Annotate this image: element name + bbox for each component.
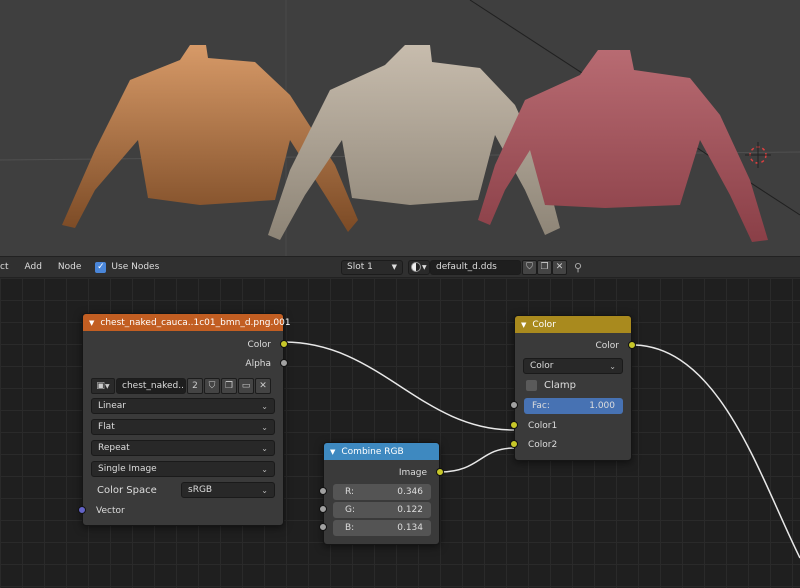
duplicate-material-icon[interactable]: ❐ <box>537 259 552 275</box>
image-browse-button[interactable]: ▣ ▼ <box>91 378 115 394</box>
use-nodes-toggle[interactable]: ✓ Use Nodes <box>89 261 160 273</box>
chevron-down-icon: ⌄ <box>609 361 616 371</box>
menu-add[interactable]: Add <box>16 262 49 272</box>
viewport-canvas <box>0 0 800 256</box>
color1-socket[interactable] <box>510 421 518 429</box>
combine-rgb-node-header[interactable]: ▼ Combine RGB <box>324 443 439 460</box>
input-vector-socket[interactable] <box>78 506 86 514</box>
chevron-down-icon: ▼ <box>422 263 427 271</box>
menu-select[interactable]: ct <box>0 262 16 272</box>
input-vector-label: Vector <box>96 505 125 516</box>
interpolation-dropdown[interactable]: Linear ⌄ <box>91 398 275 414</box>
link-image-to-color1 <box>283 341 515 431</box>
chevron-down-icon: ⌄ <box>261 401 268 411</box>
material-sphere-icon <box>411 262 421 272</box>
image-icon: ▣ <box>96 381 105 391</box>
open-folder-icon[interactable]: ▭ <box>238 378 254 394</box>
output-color-row: Color <box>83 335 288 354</box>
color2-socket[interactable] <box>510 440 518 448</box>
3d-cursor-icon <box>745 142 771 168</box>
node-editor-canvas[interactable]: ▼ chest_naked_cauca..1c01_bmn_d.png.001 … <box>0 278 800 588</box>
color-space-row: Color Space sRGB ⌄ <box>97 480 275 500</box>
source-dropdown[interactable]: Single Image ⌄ <box>91 461 275 477</box>
checkbox-checked-icon: ✓ <box>95 261 107 273</box>
fake-user-shield-icon[interactable]: ⛉ <box>522 259 537 275</box>
b-input-socket[interactable] <box>319 523 327 531</box>
combine-output-socket[interactable] <box>436 468 444 476</box>
3d-viewport[interactable] <box>0 0 800 256</box>
image-name-field[interactable]: chest_naked.. <box>116 378 186 394</box>
fac-value: 1.000 <box>589 401 615 411</box>
combine-rgb-node[interactable]: ▼ Combine RGB Image R: 0.346 G: 0.122 B:… <box>319 442 444 545</box>
mix-output-label: Color <box>595 340 620 351</box>
mix-color-node-header[interactable]: ▼ Color <box>515 316 631 333</box>
chevron-down-icon: ▼ <box>391 263 397 271</box>
clamp-row[interactable]: Clamp <box>526 376 623 395</box>
output-color-label: Color <box>247 339 272 350</box>
extension-dropdown[interactable]: Repeat ⌄ <box>91 440 275 456</box>
unlink-close-icon[interactable]: ✕ <box>255 378 271 394</box>
collapse-triangle-icon[interactable]: ▼ <box>89 319 94 327</box>
image-selector-row: ▣ ▼ chest_naked.. 2 ⛉ ❐ ▭ ✕ <box>91 376 275 396</box>
mix-color-node-title: Color <box>532 319 556 330</box>
material-browse-button[interactable]: ▼ <box>408 259 430 275</box>
image-texture-node-header[interactable]: ▼ chest_naked_cauca..1c01_bmn_d.png.001 <box>83 314 291 331</box>
output-color-socket[interactable] <box>280 340 288 348</box>
image-name-value: chest_naked.. <box>122 381 184 391</box>
input-vector-row: Vector <box>78 501 283 520</box>
material-name-value: default_d.dds <box>436 262 497 272</box>
color1-row: Color1 <box>510 416 631 435</box>
image-texture-node-title: chest_naked_cauca..1c01_bmn_d.png.001 <box>100 317 291 328</box>
image-users-count[interactable]: 2 <box>187 378 203 394</box>
mix-output-row: Color <box>515 336 636 355</box>
r-input-socket[interactable] <box>319 487 327 495</box>
output-alpha-socket[interactable] <box>280 359 288 367</box>
color-space-dropdown[interactable]: sRGB ⌄ <box>181 482 275 498</box>
output-alpha-row: Alpha <box>83 354 288 373</box>
pin-icon[interactable]: ⚲ <box>574 261 582 274</box>
node-editor-header: ct Add Node ✓ Use Nodes Slot 1 ▼ ▼ defau… <box>0 256 800 278</box>
g-field[interactable]: G: 0.122 <box>319 502 431 518</box>
menu-node[interactable]: Node <box>50 262 90 272</box>
fac-input-socket[interactable] <box>510 401 518 409</box>
chevron-down-icon: ⌄ <box>261 422 268 432</box>
chevron-down-icon: ⌄ <box>261 464 268 474</box>
combine-rgb-node-title: Combine RGB <box>341 446 404 457</box>
r-field[interactable]: R: 0.346 <box>319 484 431 500</box>
mix-color-node[interactable]: ▼ Color Color Color ⌄ Clamp Fac: 1.000 Co… <box>510 315 636 461</box>
color2-label: Color2 <box>528 439 558 450</box>
color1-label: Color1 <box>528 420 558 431</box>
clamp-label: Clamp <box>544 380 576 391</box>
projection-dropdown[interactable]: Flat ⌄ <box>91 419 275 435</box>
color-space-label: Color Space <box>97 484 157 496</box>
b-field[interactable]: B: 0.134 <box>319 520 431 536</box>
blend-mode-dropdown[interactable]: Color ⌄ <box>523 358 623 374</box>
output-alpha-label: Alpha <box>245 358 271 369</box>
material-name-field[interactable]: default_d.dds <box>430 259 521 275</box>
collapse-triangle-icon[interactable]: ▼ <box>521 321 526 329</box>
fac-label: Fac: <box>532 401 550 411</box>
clamp-checkbox[interactable] <box>526 380 537 391</box>
link-mix-output <box>631 344 800 559</box>
slot-value: Slot 1 <box>347 262 373 272</box>
slot-dropdown[interactable]: Slot 1 ▼ <box>341 259 403 275</box>
fac-slider[interactable]: Fac: 1.000 <box>510 398 623 414</box>
combine-output-row: Image <box>324 463 444 482</box>
color2-row: Color2 <box>510 435 631 454</box>
unlink-close-icon[interactable]: ✕ <box>552 259 567 275</box>
collapse-triangle-icon[interactable]: ▼ <box>330 448 335 456</box>
use-nodes-label: Use Nodes <box>111 262 160 272</box>
torso-model-3 <box>478 50 768 242</box>
fake-user-shield-icon[interactable]: ⛉ <box>204 378 220 394</box>
g-input-socket[interactable] <box>319 505 327 513</box>
combine-output-label: Image <box>398 467 427 478</box>
duplicate-image-icon[interactable]: ❐ <box>221 378 237 394</box>
chevron-down-icon: ⌄ <box>261 443 268 453</box>
chevron-down-icon: ⌄ <box>261 485 268 495</box>
mix-output-socket[interactable] <box>628 341 636 349</box>
link-combine-to-color2 <box>439 447 515 473</box>
image-texture-node[interactable]: ▼ chest_naked_cauca..1c01_bmn_d.png.001 … <box>78 313 291 526</box>
